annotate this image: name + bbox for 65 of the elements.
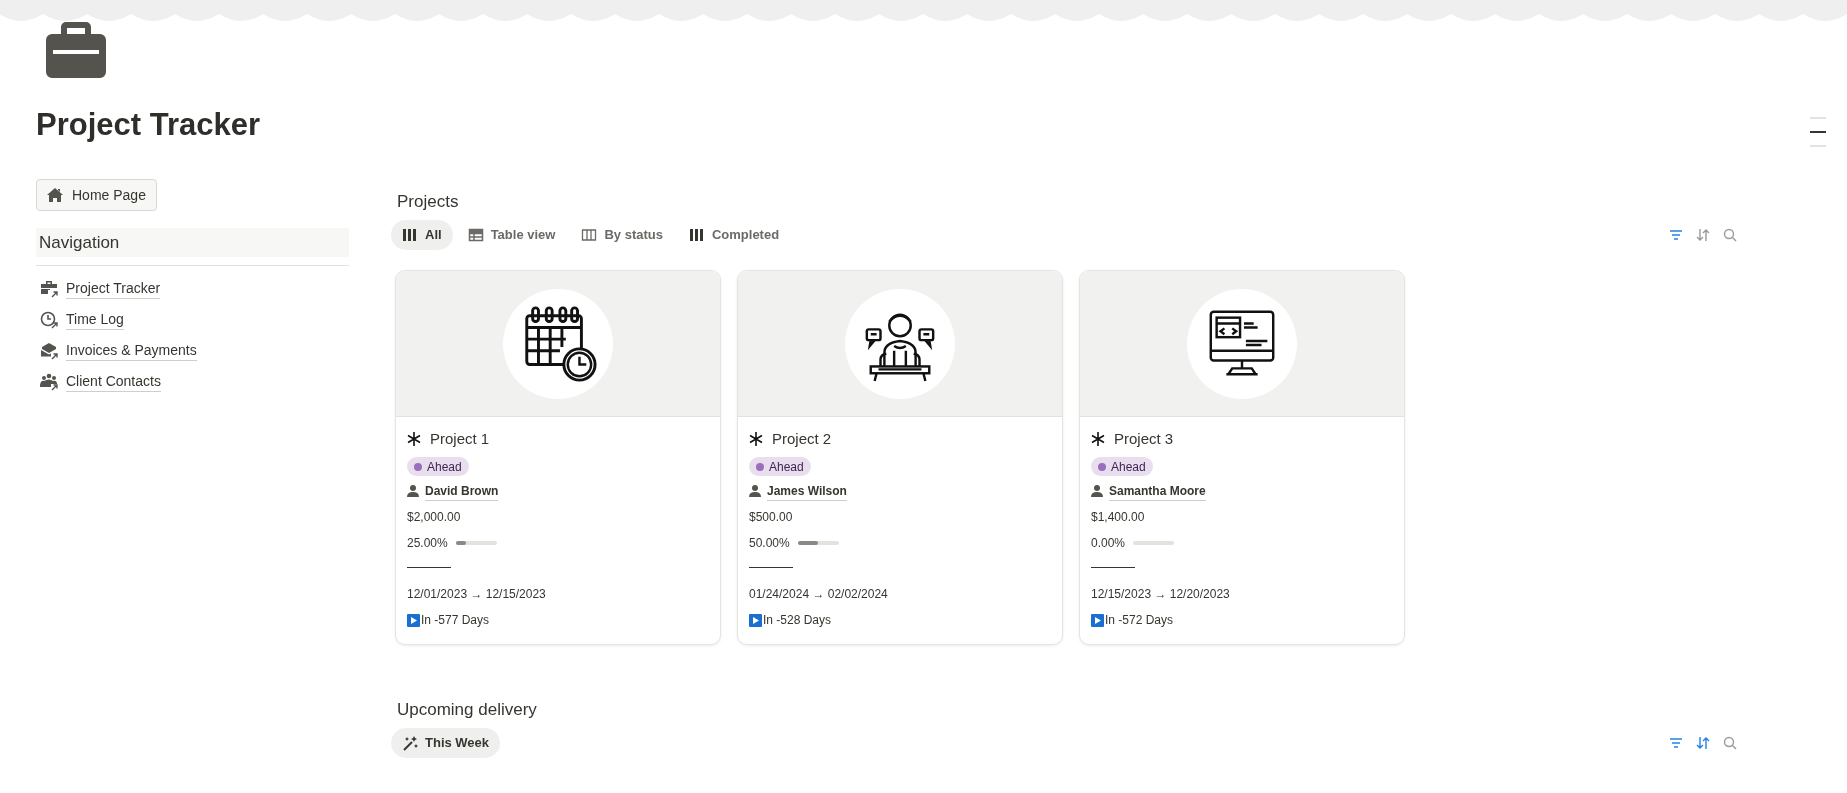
envelope-link-icon <box>40 341 59 360</box>
search-icon[interactable] <box>1723 736 1737 750</box>
amount: $500.00 <box>749 509 793 526</box>
card-title: Project 1 <box>430 428 490 449</box>
sidebar-link[interactable]: Project Tracker <box>40 278 161 299</box>
page-title: Project Tracker <box>36 106 261 144</box>
progress-percent: 25.00% <box>407 535 448 552</box>
person-icon <box>749 485 761 497</box>
magic-wand-icon <box>402 735 418 751</box>
asterisk-icon <box>749 432 763 446</box>
clock-link-icon <box>40 310 59 329</box>
columns-icon <box>581 227 598 243</box>
sidebar-link[interactable]: Invoices & Payments <box>40 340 197 361</box>
date-range: 01/24/2024 → 02/02/2024 <box>749 586 888 603</box>
briefcase-link-icon <box>40 279 59 298</box>
owner-link[interactable]: David Brown <box>425 481 499 501</box>
date-range: 12/15/2023 → 12/20/2023 <box>1091 586 1230 603</box>
people-link-icon <box>40 372 59 391</box>
play-icon <box>407 613 420 627</box>
play-icon <box>1091 613 1104 627</box>
home-page-button[interactable]: Home Page <box>36 179 157 211</box>
card-title: Project 2 <box>772 428 832 449</box>
owner-link[interactable]: Samantha Moore <box>1109 481 1206 501</box>
status-tag: Ahead <box>1091 457 1153 476</box>
asterisk-icon <box>407 432 421 446</box>
asterisk-icon <box>1091 432 1105 446</box>
sort-icon[interactable] <box>1696 228 1710 242</box>
board-icon <box>402 227 418 243</box>
sort-icon[interactable] <box>1696 736 1710 750</box>
briefcase-icon <box>46 20 106 78</box>
view-tab[interactable]: This Week <box>391 728 501 758</box>
view-tab[interactable]: Table view <box>456 220 567 250</box>
search-icon[interactable] <box>1723 228 1737 242</box>
amount: $1,400.00 <box>1091 509 1145 526</box>
navigation-heading: Navigation <box>36 228 349 257</box>
progress-percent: 50.00% <box>749 535 790 552</box>
sidebar-link[interactable]: Time Log <box>40 309 124 330</box>
filter-icon[interactable] <box>1669 229 1683 241</box>
project-card[interactable]: Project 2 Ahead James Wilson $500.00 50.00% 01/24/2024 → 02/02/2024 In -528 Days <box>737 270 1063 645</box>
view-tab[interactable]: By status <box>570 220 674 250</box>
status-tag: Ahead <box>749 457 811 476</box>
owner-link[interactable]: James Wilson <box>767 481 847 501</box>
sidebar-link[interactable]: Client Contacts <box>40 371 161 392</box>
project-card[interactable]: Project 1 Ahead David Brown $2,000.00 25.00% 12/01/2023 → 12/15/2023 In -577 Days <box>395 270 721 645</box>
date-range: 12/01/2023 → 12/15/2023 <box>407 586 546 603</box>
amount: $2,000.00 <box>407 509 461 526</box>
play-icon <box>749 613 762 627</box>
section-heading: Upcoming delivery <box>397 699 537 721</box>
filter-icon[interactable] <box>1669 737 1683 749</box>
view-tab[interactable]: All <box>391 220 453 250</box>
countdown: In -528 Days <box>763 612 832 629</box>
countdown: In -577 Days <box>421 612 490 629</box>
view-tab[interactable]: Completed <box>677 220 791 250</box>
person-icon <box>1091 485 1103 497</box>
status-tag: Ahead <box>407 457 469 476</box>
board-icon <box>688 227 705 243</box>
progress-percent: 0.00% <box>1091 535 1126 552</box>
home-icon <box>47 188 63 202</box>
table-of-contents[interactable] <box>1810 117 1826 147</box>
table-icon <box>467 227 484 243</box>
countdown: In -572 Days <box>1105 612 1174 629</box>
section-heading: Projects <box>397 191 459 213</box>
card-title: Project 3 <box>1114 428 1174 449</box>
person-icon <box>407 485 419 497</box>
project-card[interactable]: Project 3 Ahead Samantha Moore $1,400.00 0.00% 12/15/2023 → 12/20/2023 In -572 Days <box>1079 270 1405 645</box>
